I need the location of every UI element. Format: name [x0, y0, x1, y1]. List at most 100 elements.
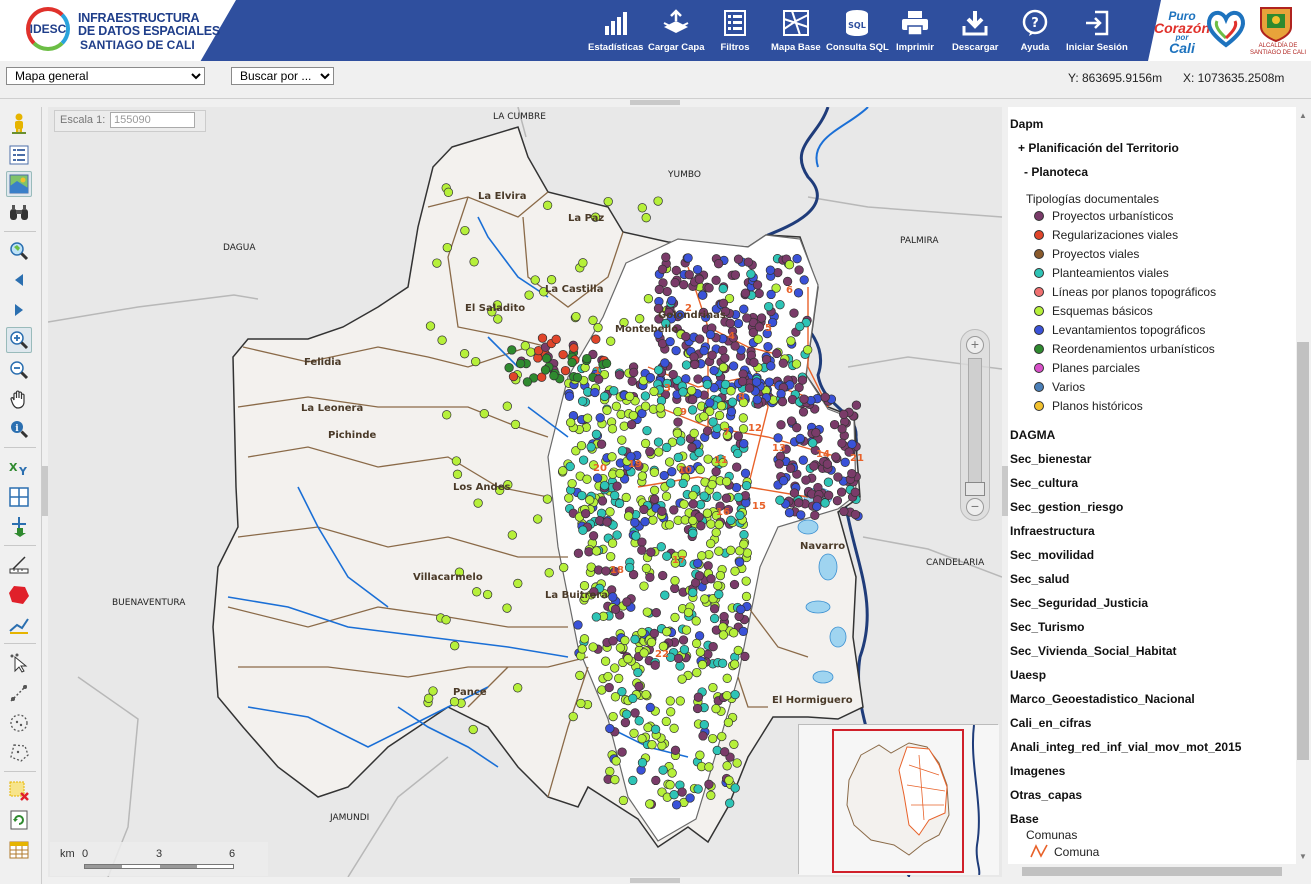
document-point[interactable]	[725, 798, 735, 808]
document-point[interactable]	[693, 692, 704, 702]
tree-folder[interactable]: Cali_en_cifras	[1010, 716, 1091, 730]
esquema-basico-point[interactable]	[643, 294, 654, 304]
tree-folder[interactable]: Sec_Seguridad_Justicia	[1010, 596, 1148, 610]
document-point[interactable]	[740, 288, 751, 298]
document-point[interactable]	[793, 288, 804, 298]
esquema-basico-point[interactable]	[432, 258, 442, 268]
esquema-basico-point[interactable]	[588, 315, 598, 325]
document-point[interactable]	[688, 528, 698, 538]
document-point[interactable]	[803, 345, 813, 355]
document-point[interactable]	[654, 284, 664, 295]
refresh-tool[interactable]	[6, 807, 32, 833]
document-point[interactable]	[659, 470, 669, 481]
document-point[interactable]	[601, 566, 611, 576]
document-point[interactable]	[508, 371, 519, 382]
document-point[interactable]	[772, 348, 782, 359]
document-point[interactable]	[729, 628, 739, 638]
document-point[interactable]	[735, 510, 745, 520]
document-point[interactable]	[733, 431, 743, 441]
document-point[interactable]	[708, 682, 718, 693]
document-point[interactable]	[775, 300, 785, 310]
document-point[interactable]	[718, 345, 728, 356]
document-point[interactable]	[584, 547, 594, 557]
document-point[interactable]	[730, 566, 740, 576]
scale-input[interactable]	[110, 112, 195, 128]
measure-distance-tool[interactable]	[6, 552, 32, 578]
tree-folder[interactable]: Marco_Geoestadistico_Nacional	[1010, 692, 1195, 706]
document-point[interactable]	[662, 442, 672, 453]
document-point[interactable]	[694, 274, 705, 284]
document-point[interactable]	[626, 419, 637, 430]
document-point[interactable]	[730, 783, 740, 793]
document-point[interactable]	[847, 439, 857, 449]
document-point[interactable]	[702, 379, 712, 390]
document-point[interactable]	[649, 485, 660, 495]
document-point[interactable]	[706, 538, 716, 549]
document-point[interactable]	[678, 478, 688, 489]
document-point[interactable]	[567, 357, 577, 368]
document-point[interactable]	[694, 571, 705, 581]
document-point[interactable]	[645, 373, 656, 383]
document-point[interactable]	[686, 385, 697, 396]
document-point[interactable]	[609, 386, 619, 396]
document-point[interactable]	[742, 548, 752, 558]
document-point[interactable]	[733, 645, 743, 656]
document-point[interactable]	[649, 386, 659, 397]
document-point[interactable]	[617, 747, 627, 757]
layer-list-tool[interactable]	[6, 142, 32, 168]
document-point[interactable]	[697, 660, 708, 670]
document-point[interactable]	[766, 361, 776, 371]
document-point[interactable]	[608, 592, 618, 602]
document-point[interactable]	[850, 509, 861, 520]
document-point[interactable]	[742, 313, 752, 323]
document-point[interactable]	[606, 551, 616, 562]
esquema-basico-point[interactable]	[507, 530, 517, 540]
scroll-up-arrow-icon[interactable]: ▲	[1299, 111, 1307, 120]
document-point[interactable]	[676, 436, 686, 446]
document-point[interactable]	[578, 455, 589, 465]
document-point[interactable]	[679, 280, 689, 290]
document-point[interactable]	[655, 403, 665, 413]
document-point[interactable]	[581, 508, 591, 519]
scroll-down-arrow-icon[interactable]: ▼	[1299, 852, 1307, 861]
document-point[interactable]	[657, 338, 668, 349]
document-point[interactable]	[778, 358, 788, 368]
document-point[interactable]	[668, 369, 678, 380]
document-point[interactable]	[617, 435, 627, 445]
document-point[interactable]	[645, 572, 655, 582]
esquema-basico-point[interactable]	[452, 469, 463, 479]
document-point[interactable]	[703, 561, 713, 571]
document-point[interactable]	[645, 702, 655, 713]
document-point[interactable]	[850, 487, 860, 497]
document-point[interactable]	[637, 545, 647, 555]
esquema-basico-point[interactable]	[606, 336, 616, 346]
document-point[interactable]	[709, 365, 719, 376]
document-point[interactable]	[576, 440, 587, 451]
overview-map[interactable]	[798, 724, 999, 876]
document-point[interactable]	[683, 607, 694, 618]
document-point[interactable]	[648, 515, 658, 525]
document-point[interactable]	[754, 288, 764, 299]
document-point[interactable]	[715, 570, 726, 581]
document-point[interactable]	[797, 375, 808, 385]
document-point[interactable]	[699, 346, 709, 356]
document-point[interactable]	[709, 613, 720, 624]
document-point[interactable]	[822, 459, 833, 469]
esquema-basico-point[interactable]	[520, 341, 530, 351]
document-point[interactable]	[640, 401, 651, 411]
document-point[interactable]	[754, 322, 765, 332]
document-point[interactable]	[776, 389, 786, 399]
document-point[interactable]	[726, 545, 736, 555]
document-point[interactable]	[702, 508, 713, 518]
document-point[interactable]	[564, 493, 574, 503]
document-point[interactable]	[726, 386, 736, 396]
document-point[interactable]	[689, 428, 699, 438]
document-point[interactable]	[665, 696, 675, 706]
document-point[interactable]	[673, 653, 684, 664]
document-point[interactable]	[622, 597, 632, 607]
document-point[interactable]	[738, 413, 748, 423]
esquema-basico-point[interactable]	[471, 356, 481, 367]
document-point[interactable]	[729, 739, 739, 749]
document-point[interactable]	[836, 487, 847, 497]
document-point[interactable]	[579, 581, 590, 591]
